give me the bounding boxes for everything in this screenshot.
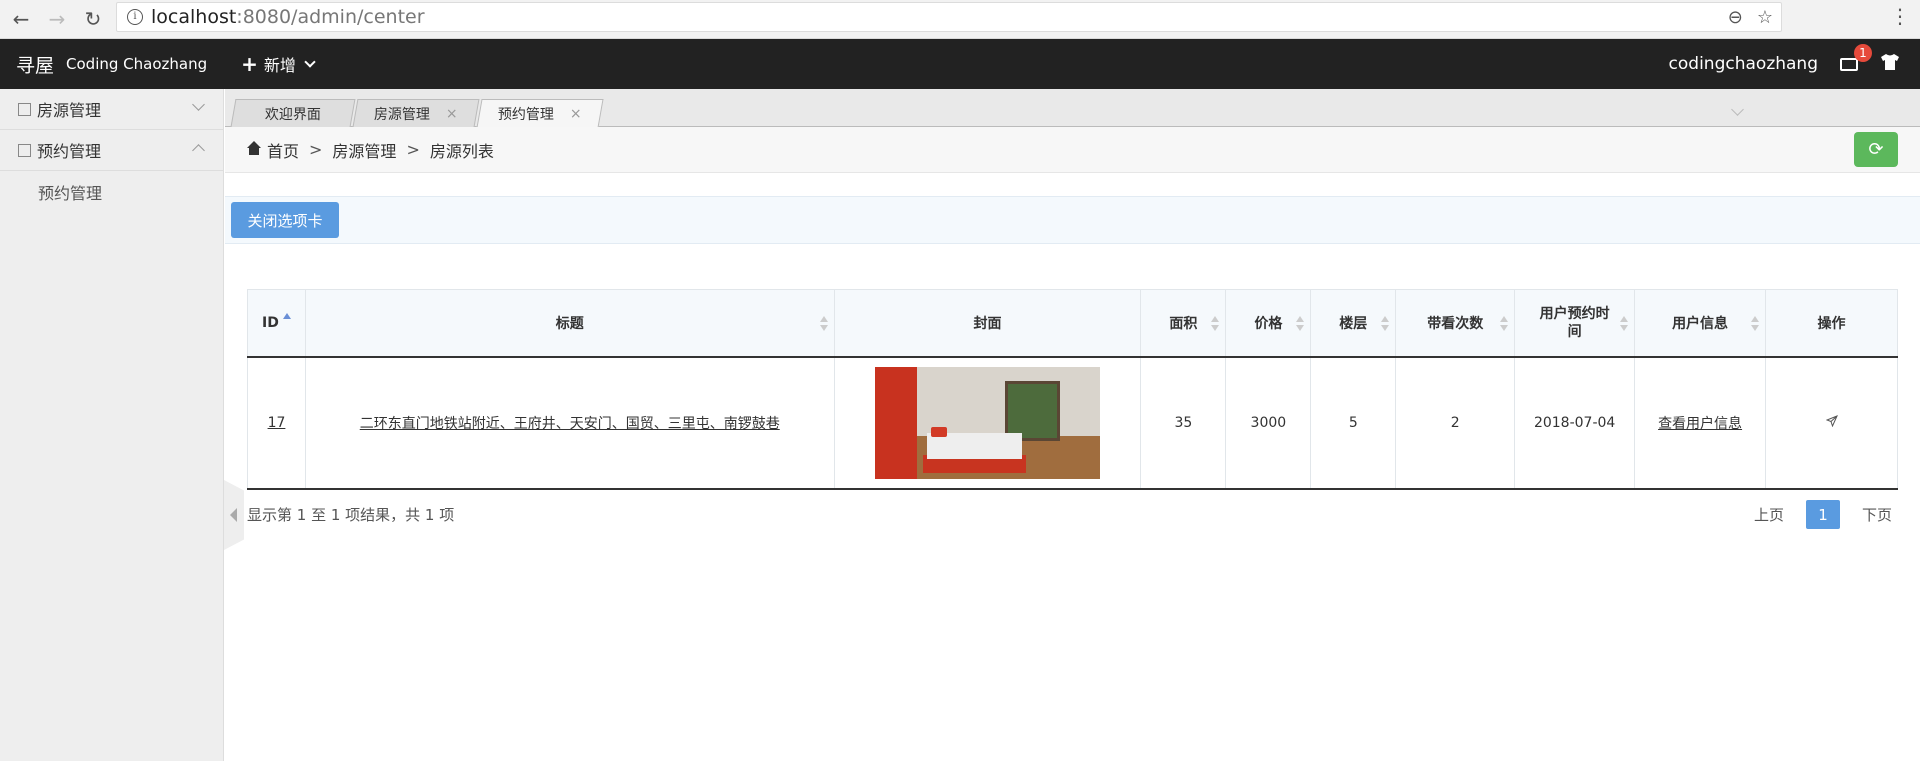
table-summary: 显示第 1 至 1 项结果，共 1 项 — [247, 506, 455, 524]
breadcrumb-house-management[interactable]: 房源管理 — [332, 138, 396, 162]
theme-shirt-icon[interactable] — [1880, 53, 1900, 76]
browser-menu-icon[interactable]: ⋮ — [1890, 4, 1910, 28]
sidebar-collapse-handle[interactable] — [224, 480, 244, 550]
toolbar: 关闭选项卡 — [225, 196, 1920, 244]
chevron-up-icon — [192, 144, 205, 157]
url-text[interactable]: localhost:8080/admin/center — [151, 6, 425, 28]
cell-id[interactable]: 17 — [247, 356, 306, 490]
list-icon — [18, 102, 31, 116]
cell-user-info[interactable]: 查看用户信息 — [1634, 356, 1767, 490]
cell-cover — [833, 356, 1142, 490]
add-new-menu[interactable]: + 新增 — [241, 52, 316, 76]
close-icon[interactable]: × — [446, 106, 458, 122]
cell-appointment-time: 2018-07-04 — [1514, 356, 1636, 490]
cell-title[interactable]: 二环东直门地铁站附近、王府井、天安门、国贸、三里屯、南锣鼓巷 — [304, 356, 835, 490]
breadcrumb: 首页 > 房源管理 > 房源列表 — [247, 138, 494, 162]
chevron-down-icon — [192, 98, 205, 111]
sort-icon — [1620, 316, 1629, 332]
tab-house-management[interactable]: 房源管理 × — [352, 99, 480, 127]
cell-actions — [1765, 356, 1898, 490]
home-icon — [247, 140, 261, 156]
column-header-floor[interactable]: 楼层 — [1310, 289, 1397, 358]
sort-icon — [1211, 316, 1220, 332]
back-arrow-icon[interactable]: ← — [6, 4, 36, 34]
column-header-actions: 操作 — [1765, 289, 1898, 358]
sort-icon — [1500, 316, 1509, 332]
close-icon[interactable]: × — [570, 106, 582, 122]
prev-page-button[interactable]: 上页 — [1754, 504, 1784, 525]
cell-floor: 5 — [1310, 356, 1397, 490]
sort-asc-icon — [282, 312, 291, 319]
envelope-icon — [1840, 57, 1858, 71]
sidebar-item-appointment-management[interactable]: 预约管理 — [0, 130, 223, 171]
sidebar-subitem-appointment[interactable]: 预约管理 — [0, 171, 223, 213]
refresh-button[interactable]: ⟳ — [1854, 132, 1898, 167]
browser-toolbar: ← → ↻ i localhost:8080/admin/center ⊖ ☆ … — [0, 0, 1920, 39]
cover-image[interactable] — [874, 366, 1100, 479]
sidebar-item-house-management[interactable]: 房源管理 — [0, 89, 223, 130]
plus-icon: + — [241, 52, 258, 76]
table-header-row: ID 标题 封面 面积 价格 楼层 带看次数 用户预约时间 用户信息 操作 — [247, 289, 1898, 358]
star-icon[interactable]: ☆ — [1757, 7, 1773, 28]
next-page-button[interactable]: 下页 — [1862, 504, 1892, 525]
column-header-title[interactable]: 标题 — [304, 289, 835, 358]
send-icon[interactable] — [1825, 414, 1838, 427]
logo[interactable]: 寻屋 — [16, 51, 54, 78]
chevron-down-icon — [304, 56, 316, 68]
column-header-views[interactable]: 带看次数 — [1395, 289, 1516, 358]
mail-count-badge: 1 — [1854, 44, 1872, 62]
breadcrumb-bar: 首页 > 房源管理 > 房源列表 ⟳ — [225, 127, 1920, 173]
username[interactable]: codingchaozhang — [1669, 54, 1818, 74]
sort-icon — [1751, 316, 1760, 332]
table-row: 17 二环东直门地铁站附近、王府井、天安门、国贸、三里屯、南锣鼓巷 35 300… — [247, 356, 1898, 490]
sidebar-item-label: 房源管理 — [37, 101, 102, 120]
tab-dropdown-chevron-icon[interactable] — [1731, 103, 1744, 116]
view-user-info-link[interactable]: 查看用户信息 — [1658, 416, 1742, 432]
tab-appointment-management[interactable]: 预约管理 × — [476, 99, 604, 128]
close-tab-button[interactable]: 关闭选项卡 — [231, 202, 339, 238]
bag-icon — [18, 143, 31, 157]
breadcrumb-house-list: 房源列表 — [429, 141, 494, 161]
column-header-price[interactable]: 价格 — [1225, 289, 1312, 358]
cell-views: 2 — [1395, 356, 1516, 490]
info-icon[interactable]: i — [127, 9, 143, 25]
mail-button[interactable]: 1 — [1838, 44, 1872, 75]
sidebar-item-label: 预约管理 — [37, 142, 102, 161]
tab-welcome[interactable]: 欢迎界面 — [230, 99, 356, 127]
cell-area: 35 — [1140, 356, 1227, 490]
zoom-icon[interactable]: ⊖ — [1728, 7, 1743, 28]
app-header: 寻屋 Coding Chaozhang + 新增 codingchaozhang… — [0, 39, 1920, 89]
page-1-button[interactable]: 1 — [1805, 500, 1840, 529]
refresh-icon: ⟳ — [1868, 139, 1884, 160]
column-header-id[interactable]: ID — [247, 289, 306, 358]
house-table: ID 标题 封面 面积 价格 楼层 带看次数 用户预约时间 用户信息 操作 17… — [247, 289, 1898, 490]
column-header-area[interactable]: 面积 — [1140, 289, 1227, 358]
forward-arrow-icon[interactable]: → — [42, 4, 72, 34]
pagination: 上页 1 下页 — [1754, 500, 1892, 529]
sort-icon — [1296, 316, 1305, 332]
sort-icon — [1381, 316, 1390, 332]
sidebar: 房源管理 预约管理 预约管理 — [0, 89, 224, 761]
sort-icon — [819, 316, 828, 332]
breadcrumb-home[interactable]: 首页 — [267, 138, 299, 162]
address-bar[interactable]: i localhost:8080/admin/center ⊖ ☆ — [116, 2, 1782, 32]
column-header-user-info[interactable]: 用户信息 — [1634, 289, 1767, 358]
tab-bar: 欢迎界面 房源管理 × 预约管理 × — [225, 89, 1920, 128]
reload-icon[interactable]: ↻ — [78, 4, 108, 34]
column-header-cover: 封面 — [833, 289, 1142, 358]
column-header-appointment-time[interactable]: 用户预约时间 — [1514, 289, 1636, 358]
cell-price: 3000 — [1225, 356, 1312, 490]
logo-subtitle: Coding Chaozhang — [66, 55, 208, 73]
add-new-label: 新增 — [263, 56, 296, 75]
